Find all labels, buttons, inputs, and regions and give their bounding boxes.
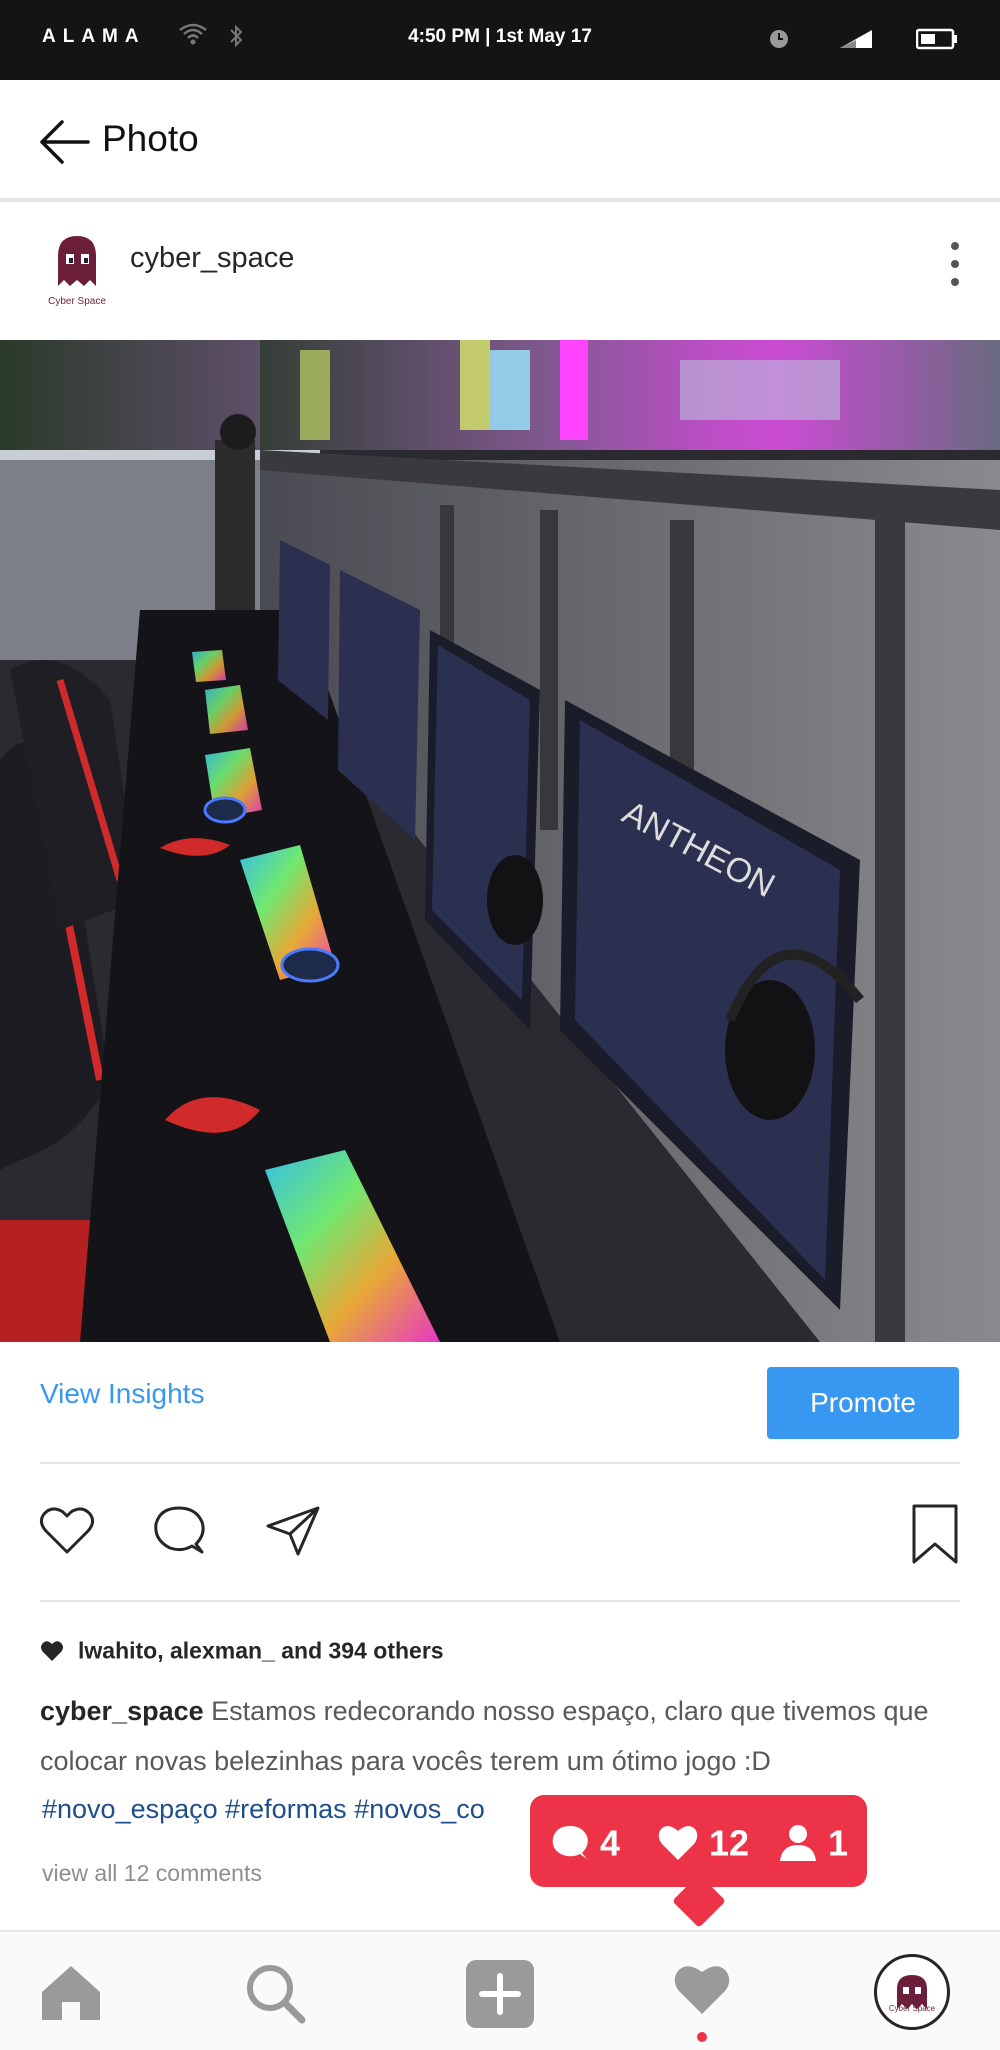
gaming-room-photo: ANTHEON [0, 340, 1000, 1342]
activity-popup[interactable]: 4 12 1 [530, 1795, 867, 1887]
post-photo[interactable]: ANTHEON [0, 340, 1000, 1342]
search-icon[interactable] [244, 1962, 306, 2024]
person-icon [780, 1825, 816, 1862]
heart-outline-icon[interactable] [38, 1504, 96, 1556]
popup-followers: 1 [778, 1817, 848, 1865]
popup-likes: 12 [657, 1817, 749, 1865]
status-bar: ALAMA 4:50 PM | 1st May 17 [0, 0, 1000, 80]
activity-heart-icon[interactable] [672, 1962, 732, 2016]
heart-filled-icon [658, 1826, 698, 1861]
signal-icon [840, 30, 872, 48]
comment-filled-icon [552, 1826, 588, 1860]
insights-row: View Insights Promote [0, 1342, 1000, 1464]
avatar-label: Cyber Space [48, 296, 106, 307]
ghost-logo-icon [897, 1975, 927, 2009]
promote-button[interactable]: Promote [767, 1367, 959, 1439]
likes-text: lwahito, alexman_ and 394 others [78, 1637, 444, 1664]
view-all-comments-link[interactable]: view all 12 comments [42, 1860, 262, 1887]
battery-icon [916, 28, 957, 50]
home-icon[interactable] [40, 1964, 102, 2022]
divider [40, 1600, 960, 1602]
profile-avatar[interactable]: Cyber Space [874, 1954, 950, 2030]
heart-filled-icon [41, 1641, 63, 1661]
activity-indicator-dot [697, 2032, 707, 2042]
popup-comments: 4 [550, 1817, 620, 1865]
arrow-left-icon[interactable] [36, 114, 92, 170]
share-icon[interactable] [264, 1504, 322, 1558]
comment-icon[interactable] [152, 1504, 206, 1558]
bookmark-icon[interactable] [910, 1504, 960, 1564]
popup-likes-count: 12 [709, 1822, 750, 1864]
add-post-icon[interactable] [466, 1960, 534, 2028]
popup-comments-count: 4 [600, 1822, 621, 1864]
clock-icon [770, 30, 788, 48]
page-title: Photo [102, 118, 199, 159]
app-bar: Photo [0, 80, 1000, 202]
hashtags[interactable]: #novo_espaço #reformas #novos_co [42, 1794, 582, 1825]
popup-followers-count: 1 [828, 1822, 849, 1864]
post-header: Cyber Space cyber_space [0, 206, 1000, 340]
likes-summary[interactable]: lwahito, alexman_ and 394 others [40, 1636, 444, 1670]
post-actions [0, 1464, 1000, 1600]
vertical-dots-icon[interactable] [940, 234, 970, 294]
avatar[interactable]: Cyber Space [44, 228, 110, 308]
caption-username[interactable]: cyber_space [40, 1696, 204, 1726]
tab-bar: Cyber Space [0, 1930, 1000, 2050]
post-caption: cyber_space Estamos redecorando nosso es… [40, 1686, 960, 1786]
post-username[interactable]: cyber_space [130, 242, 294, 275]
ghost-logo-icon [58, 236, 96, 286]
profile-avatar-label: Cyber Space [888, 2004, 936, 2013]
view-insights-link[interactable]: View Insights [40, 1378, 204, 1410]
